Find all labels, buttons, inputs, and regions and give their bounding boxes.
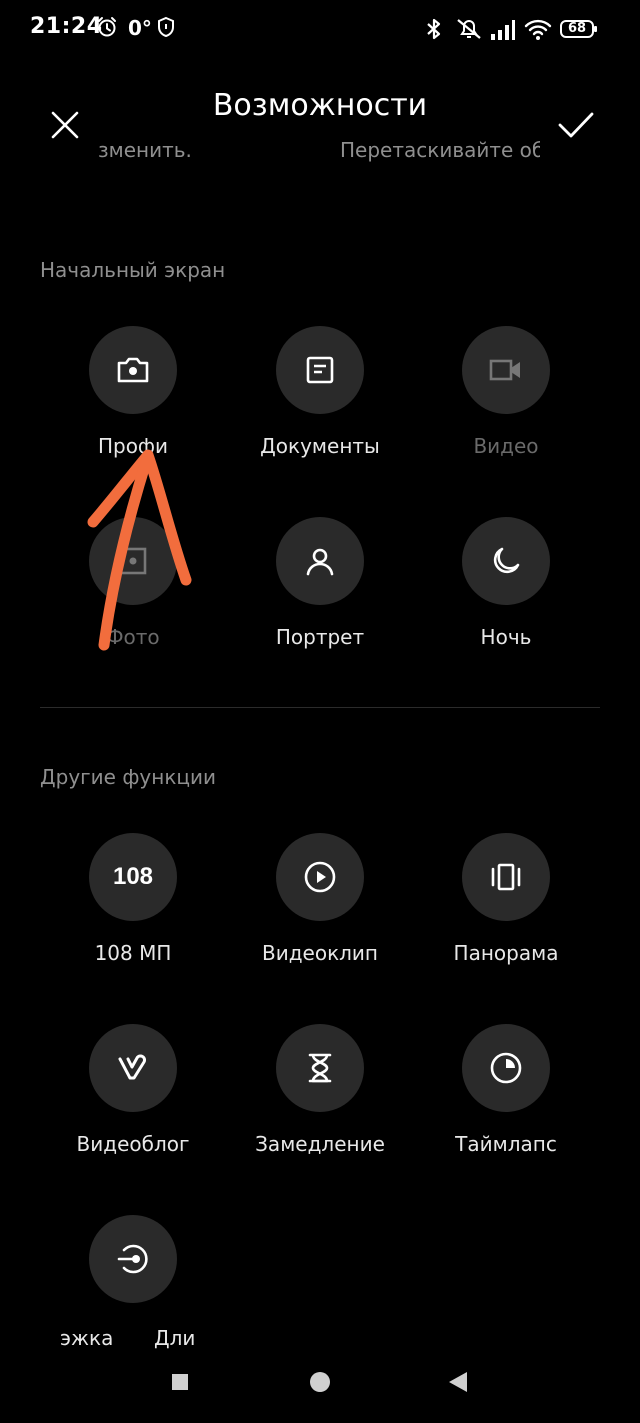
circle-icon [310, 1372, 330, 1392]
mode-label: Видео [473, 434, 539, 458]
mode-label-partial-left: эжка [60, 1326, 114, 1350]
battery-icon: 68 [560, 20, 597, 38]
status-time: 21:24 [30, 14, 103, 39]
mode-label: Портрет [275, 625, 365, 649]
confirm-button[interactable] [552, 101, 600, 149]
status-bar: 21:24 0° 68 [0, 0, 640, 62]
hint-text-right: Перетаскивайте об [340, 138, 540, 162]
108mp-icon: 108 [89, 833, 177, 921]
bell-muted-icon [455, 17, 483, 45]
photo-icon [89, 517, 177, 605]
portrait-icon [276, 517, 364, 605]
mode-tile-slowmo[interactable]: Замедление [227, 1024, 413, 1174]
mode-label: 108 МП [94, 941, 172, 965]
mode-label: Ночь [480, 625, 532, 649]
mode-tile-portrait[interactable]: Портрет [227, 517, 413, 667]
mode-label: Документы [260, 434, 380, 458]
triangle-back-icon [449, 1372, 467, 1392]
document-icon [276, 326, 364, 414]
mode-tile-photo[interactable]: Фото [40, 517, 226, 667]
panorama-icon [462, 833, 550, 921]
camera-icon [89, 326, 177, 414]
hourglass-icon [276, 1024, 364, 1112]
mode-label: Видеоблог [76, 1132, 190, 1156]
bluetooth-icon [424, 17, 444, 45]
square-icon [172, 1374, 188, 1390]
shield-icon [156, 16, 176, 42]
mode-tile-vlog[interactable]: Видеоблог [40, 1024, 226, 1174]
home-button[interactable] [309, 1371, 331, 1397]
play-icon [276, 833, 364, 921]
video-icon [462, 326, 550, 414]
section-divider [40, 707, 600, 708]
mode-label-partial-right: Дли [154, 1326, 196, 1350]
mode-tile-pro[interactable]: Профи [40, 326, 226, 476]
108mp-icon-text: 108 [112, 863, 154, 890]
moon-icon [462, 517, 550, 605]
mode-tile-video[interactable]: Видео [413, 326, 599, 476]
mode-tile-night[interactable]: Ночь [413, 517, 599, 667]
mode-tile-108mp[interactable]: 108 108 МП [40, 833, 226, 983]
status-temperature: 0° [128, 16, 152, 40]
mode-tile-timelapse[interactable]: Таймлапс [413, 1024, 599, 1174]
mode-label: Фото [106, 625, 160, 649]
mode-label: Замедление [255, 1132, 385, 1156]
long-exposure-icon [89, 1215, 177, 1303]
alarm-icon [96, 16, 118, 42]
signal-icon [490, 19, 516, 45]
vlog-icon [89, 1024, 177, 1112]
back-button[interactable] [448, 1371, 468, 1397]
wifi-icon [524, 18, 552, 46]
mode-label: Таймлапс [455, 1132, 557, 1156]
mode-label: Панорама [453, 941, 559, 965]
page-title: Возможности [212, 88, 428, 123]
recents-button[interactable] [171, 1373, 189, 1395]
mode-tile-videoclip[interactable]: Видеоклип [227, 833, 413, 983]
hint-text-left: зменить. [98, 138, 192, 162]
timelapse-icon [462, 1024, 550, 1112]
section-label-home: Начальный экран [40, 258, 226, 282]
mode-label: Видеоклип [261, 941, 379, 965]
checkmark-icon [558, 112, 594, 138]
mode-label: Профи [97, 434, 169, 458]
mode-tile-documents[interactable]: Документы [227, 326, 413, 476]
mode-tile-panorama[interactable]: Панорама [413, 833, 599, 983]
annotation-arrow [87, 449, 192, 651]
section-label-other: Другие функции [40, 765, 217, 789]
system-nav-bar [0, 1360, 640, 1410]
